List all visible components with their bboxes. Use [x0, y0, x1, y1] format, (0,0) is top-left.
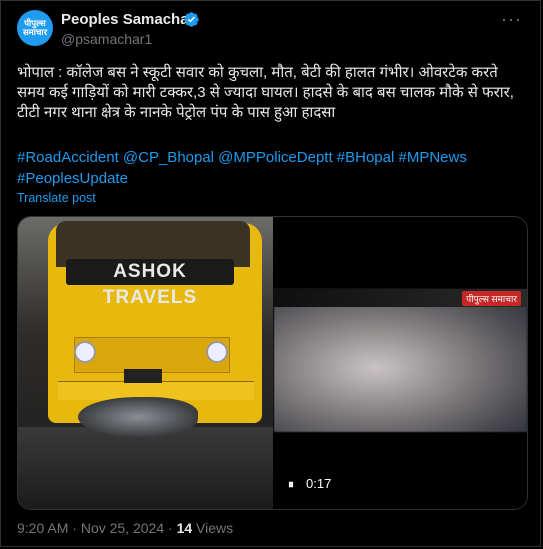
blurred-video-frame [274, 289, 527, 432]
views-count: 14 [176, 520, 193, 536]
bus-destination-sign: ASHOK TRAVELS [66, 259, 234, 308]
video-thumbnail[interactable]: पीपुल्स समाचार [274, 217, 527, 509]
avatar[interactable]: पीपुल्स समाचार [17, 10, 53, 46]
pause-icon[interactable]: ⏸ [288, 477, 294, 492]
road [18, 427, 273, 509]
author-handle[interactable]: @psamachar1 [61, 31, 152, 47]
media-grid: ASHOK TRAVELS पीपुल्स समाचार ⏸ 0:17 [17, 216, 528, 510]
headlight [74, 341, 96, 363]
channel-watermark: पीपुल्स समाचार [462, 291, 521, 306]
post-time[interactable]: 9:20 AM [17, 520, 68, 536]
verified-badge-icon [184, 12, 199, 27]
meta-separator: · [168, 520, 177, 536]
license-plate [124, 369, 162, 383]
bus-accident-photo[interactable]: ASHOK TRAVELS [18, 217, 273, 509]
author-name[interactable]: Peoples Samachar [61, 11, 194, 28]
headlight [206, 341, 228, 363]
post-date[interactable]: Nov 25, 2024 [81, 520, 164, 536]
translate-post-link[interactable]: Translate post [17, 191, 96, 205]
tweet-card: पीपुल्स समाचार Peoples Samachar @psamach… [0, 0, 541, 547]
post-text: भोपाल : कॉलेज बस ने स्कूटी सवार को कुचला… [17, 64, 514, 121]
post-meta: 9:20 AM · Nov 25, 2024 · 14 Views [17, 520, 233, 536]
post-hashtags[interactable]: #RoadAccident @CP_Bhopal @MPPoliceDeptt … [17, 147, 527, 189]
views-label: Views [196, 520, 234, 536]
more-options-icon[interactable]: ··· [501, 9, 522, 30]
crushed-scooter [78, 397, 198, 437]
avatar-label: पीपुल्स समाचार [22, 18, 48, 37]
video-duration: 0:17 [306, 476, 332, 491]
meta-separator: · [72, 520, 81, 536]
